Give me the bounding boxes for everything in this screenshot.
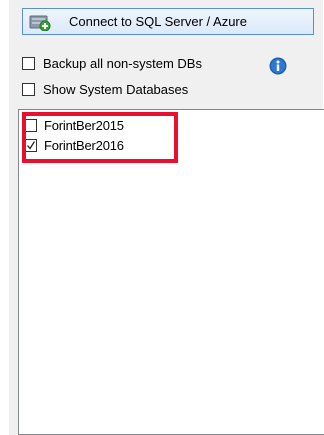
- info-icon[interactable]: [269, 57, 287, 75]
- show-system-databases-label: Show System Databases: [43, 82, 189, 97]
- highlight-annotation-box: [22, 112, 178, 163]
- backup-all-option[interactable]: Backup all non-system DBs: [22, 56, 202, 71]
- backup-all-checkbox[interactable]: [22, 57, 35, 70]
- database-add-icon: [29, 15, 51, 31]
- show-system-databases-checkbox[interactable]: [22, 83, 35, 96]
- connect-button-label: Connect to SQL Server / Azure: [69, 14, 247, 29]
- backup-all-label: Backup all non-system DBs: [43, 56, 202, 71]
- show-system-databases-option[interactable]: Show System Databases: [22, 82, 188, 97]
- database-selection-panel: Connect to SQL Server / Azure Backup all…: [9, 0, 324, 435]
- connect-sql-server-button[interactable]: Connect to SQL Server / Azure: [22, 8, 314, 35]
